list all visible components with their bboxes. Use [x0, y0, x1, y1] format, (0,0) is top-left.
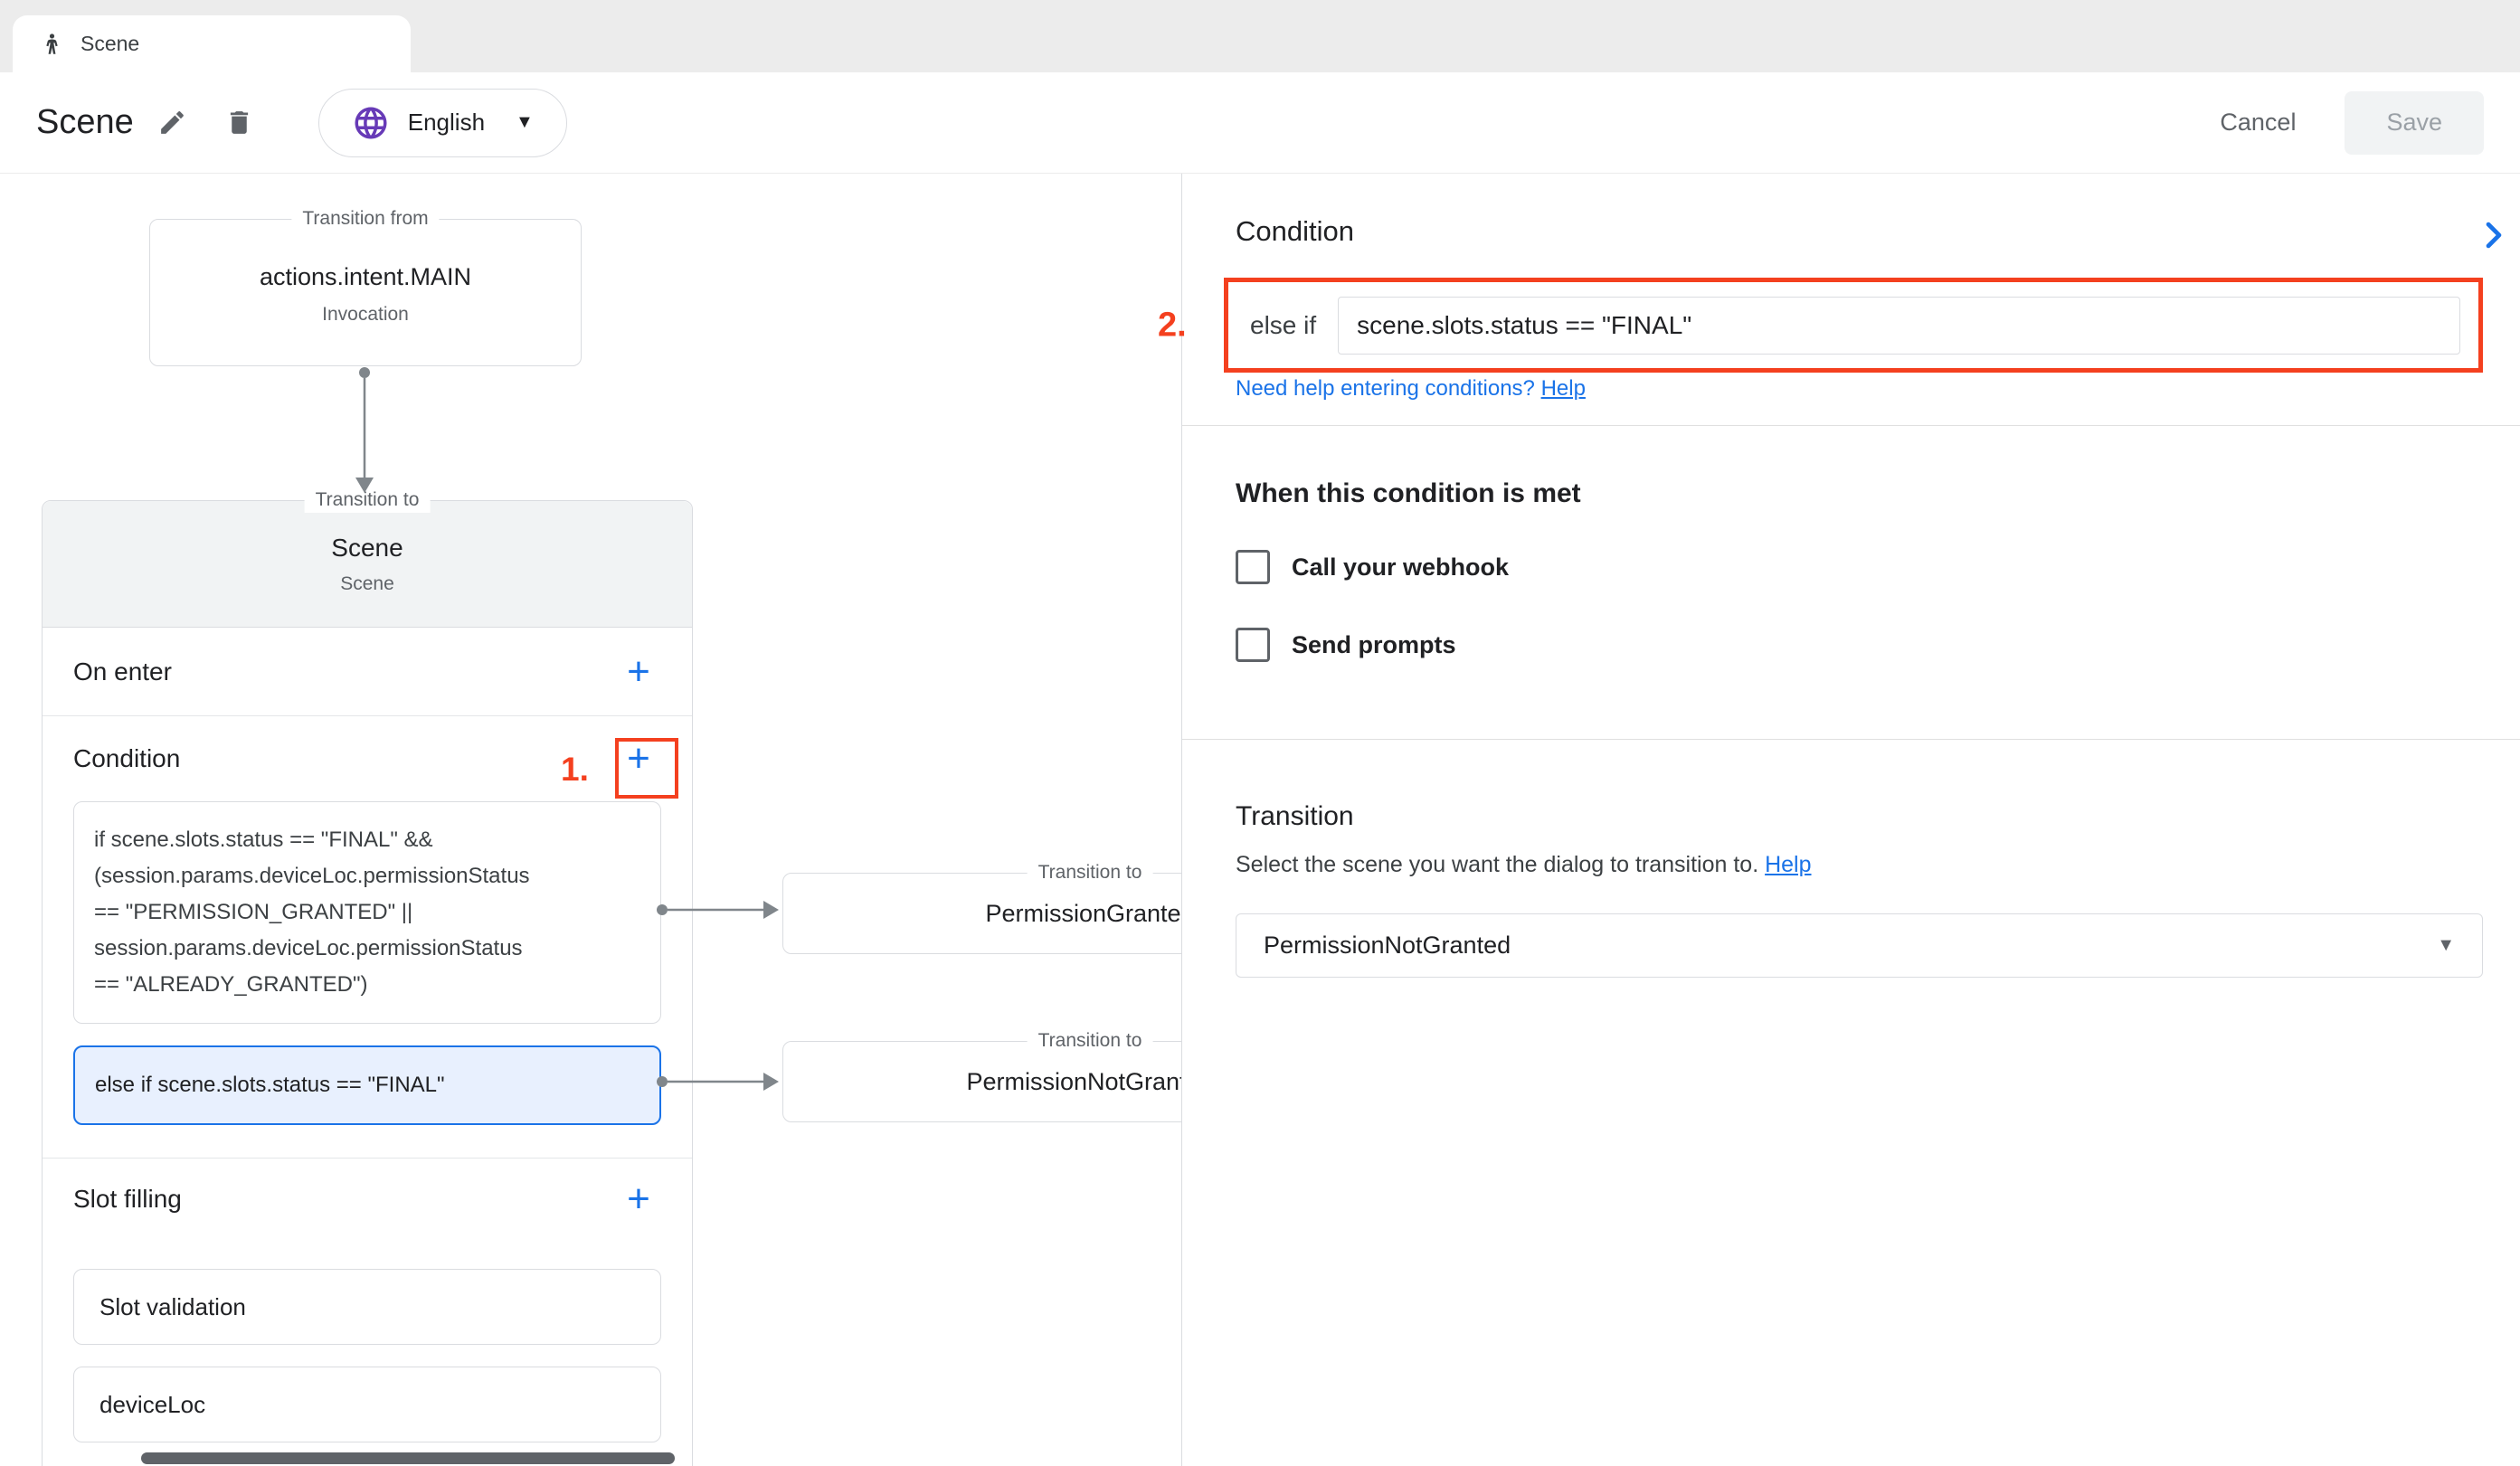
send-prompts-checkbox[interactable]	[1236, 628, 1270, 662]
slot-validation-item[interactable]: Slot validation	[73, 1269, 661, 1345]
tab-scene[interactable]: Scene	[13, 15, 411, 72]
chevron-down-icon: ▼	[516, 112, 534, 133]
transition-to-label: Transition to	[305, 487, 431, 513]
globe-icon	[352, 104, 390, 142]
target-scene-name: PermissionGranted	[985, 900, 1181, 928]
selected-scene-value: PermissionNotGranted	[1264, 932, 1511, 960]
add-on-enter-button[interactable]: +	[612, 646, 665, 698]
transition-scene-select[interactable]: PermissionNotGranted ▼	[1236, 913, 2483, 978]
cancel-button[interactable]: Cancel	[2211, 96, 2305, 149]
slot-filling-section-header: Slot filling +	[43, 1159, 692, 1240]
tab-label: Scene	[81, 32, 139, 56]
condition-prefix-label: else if	[1250, 311, 1316, 340]
condition-panel: Condition 2. else if scene.slots.status …	[1181, 174, 2520, 1466]
collapse-panel-button[interactable]	[2471, 213, 2515, 257]
transition-helper-text: Select the scene you want the dialog to …	[1236, 852, 2483, 878]
scene-node-header: Scene Scene	[43, 501, 692, 628]
horizontal-scrollbar[interactable]	[141, 1452, 675, 1464]
transition-to-label: Transition to	[1028, 1028, 1153, 1054]
condition-help-text: Need help entering conditions?	[1236, 376, 1535, 401]
call-webhook-label: Call your webhook	[1292, 553, 1509, 582]
scene-node-card: Transition to Scene Scene On enter + Con…	[42, 500, 693, 1466]
main: Transition from actions.intent.MAIN Invo…	[0, 174, 2520, 1466]
intent-subtitle: Invocation	[150, 304, 581, 326]
target-scene-name: PermissionNotGranted	[966, 1068, 1181, 1096]
slot-deviceloc-item[interactable]: deviceLoc	[73, 1367, 661, 1442]
transition-to-label: Transition to	[1028, 860, 1153, 885]
condition-item-2-selected[interactable]: else if scene.slots.status == "FINAL"	[73, 1045, 661, 1125]
annotation-box-2: 2. else if scene.slots.status == "FINAL"	[1224, 278, 2483, 373]
save-button[interactable]: Save	[2345, 91, 2484, 155]
annotation-label-2: 2.	[1158, 306, 1187, 345]
call-webhook-checkbox[interactable]	[1236, 550, 1270, 584]
delete-scene-button[interactable]	[212, 95, 268, 151]
language-selector[interactable]: English ▼	[318, 89, 567, 157]
trash-icon	[224, 108, 254, 137]
on-enter-title: On enter	[73, 657, 172, 686]
condition-section-header: Condition +	[43, 716, 692, 801]
transition-target-permission-not-granted[interactable]: Transition to PermissionNotGranted	[782, 1041, 1181, 1122]
panel-title: Condition	[1236, 215, 2483, 248]
slot-filling-title: Slot filling	[73, 1185, 182, 1214]
annotation-label-1: 1.	[561, 751, 589, 789]
condition-expression-input[interactable]: scene.slots.status == "FINAL"	[1338, 297, 2460, 355]
divider	[1182, 739, 2520, 740]
transition-from-label: Transition from	[291, 206, 439, 232]
divider	[1182, 425, 2520, 426]
transition-heading: Transition	[1236, 801, 2483, 832]
chevron-right-icon	[2473, 215, 2513, 255]
condition-help-line: Need help entering conditions? Help	[1236, 376, 2483, 402]
when-condition-met-heading: When this condition is met	[1236, 478, 2483, 509]
transition-from-node[interactable]: Transition from actions.intent.MAIN Invo…	[149, 219, 582, 366]
scene-node-subtitle: Scene	[340, 573, 394, 595]
header: Scene English ▼ Cancel Save	[0, 72, 2520, 174]
transition-target-permission-granted[interactable]: Transition to PermissionGranted	[782, 873, 1181, 954]
page-title: Scene	[36, 103, 134, 142]
annotation-box-1	[615, 738, 678, 799]
on-enter-section: On enter +	[43, 628, 692, 716]
intent-name: actions.intent.MAIN	[150, 263, 581, 291]
condition-section-title: Condition	[73, 744, 180, 773]
panel-header: Condition	[1236, 174, 2483, 248]
scene-node-title: Scene	[331, 534, 403, 563]
condition-help-link[interactable]: Help	[1541, 376, 1586, 401]
chevron-down-icon: ▼	[2437, 935, 2455, 956]
call-webhook-row: Call your webhook	[1236, 550, 2483, 584]
add-slot-button[interactable]: +	[612, 1173, 665, 1225]
person-icon	[40, 32, 64, 56]
send-prompts-row: Send prompts	[1236, 628, 2483, 662]
scene-flow-canvas: Transition from actions.intent.MAIN Invo…	[0, 174, 1181, 1466]
transition-helper-sentence: Select the scene you want the dialog to …	[1236, 852, 1758, 877]
language-label: English	[408, 109, 485, 137]
send-prompts-label: Send prompts	[1292, 631, 1456, 659]
header-actions: Cancel Save	[2211, 91, 2484, 155]
tab-strip: Scene	[0, 0, 2520, 72]
transition-help-link[interactable]: Help	[1765, 852, 1811, 877]
pencil-icon	[157, 108, 187, 137]
condition-item-1[interactable]: if scene.slots.status == "FINAL" && (ses…	[73, 801, 661, 1024]
edit-scene-button[interactable]	[145, 95, 201, 151]
